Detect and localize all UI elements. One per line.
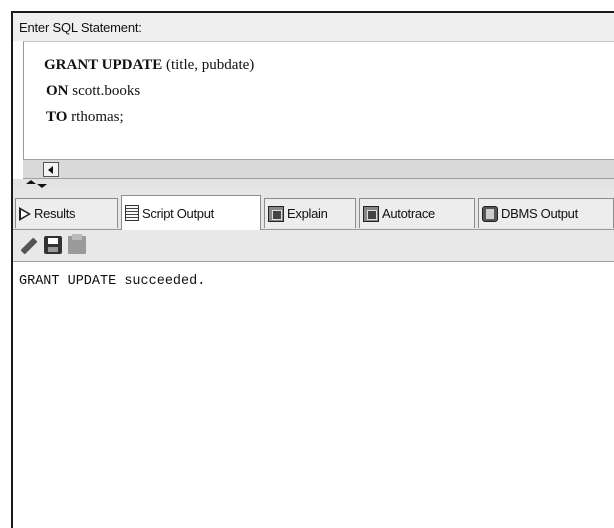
- print-icon[interactable]: [68, 234, 86, 254]
- sql-text: scott.books: [68, 83, 141, 99]
- sql-text: (title, pubdate): [162, 57, 255, 73]
- tab-results[interactable]: Results: [15, 198, 118, 228]
- tab-autotrace[interactable]: Autotrace: [359, 198, 475, 228]
- pane-splitter[interactable]: [13, 179, 614, 189]
- tab-dbms-output[interactable]: DBMS Output: [478, 198, 614, 228]
- script-output-area[interactable]: GRANT UPDATE succeeded.: [13, 262, 614, 528]
- sql-keyword: ON: [46, 83, 69, 99]
- sql-keyword: TO: [46, 109, 68, 125]
- tab-label: Results: [34, 206, 76, 221]
- tab-label: Explain: [287, 206, 328, 221]
- output-toolbar: [13, 230, 614, 262]
- sql-text: rthomas;: [67, 109, 124, 125]
- sql-worksheet-panel: Enter SQL Statement: GRANT UPDATE (title…: [11, 11, 614, 528]
- sql-line-3: TO rthomas;: [44, 104, 614, 130]
- scroll-left-arrow-icon[interactable]: [43, 162, 59, 177]
- sql-editor[interactable]: GRANT UPDATE (title, pubdate) ON scott.b…: [23, 41, 614, 159]
- tab-explain[interactable]: Explain: [264, 198, 356, 228]
- tab-script-output[interactable]: Script Output: [121, 195, 261, 230]
- dbms-output-icon: [482, 205, 498, 222]
- expand-down-arrow-icon[interactable]: [37, 184, 47, 188]
- sql-keyword: GRANT UPDATE: [44, 57, 163, 73]
- explain-plan-icon: [268, 205, 284, 222]
- tab-label: Autotrace: [382, 206, 435, 221]
- tab-label: Script Output: [142, 205, 214, 221]
- eraser-pencil-icon[interactable]: [19, 236, 37, 254]
- script-sheet-icon: [125, 205, 139, 221]
- play-triangle-icon: [19, 206, 31, 221]
- output-tab-bar: Results Script Output Explain Autotrace …: [13, 189, 614, 230]
- sql-line-1: GRANT UPDATE (title, pubdate): [44, 52, 614, 78]
- save-disk-icon[interactable]: [44, 236, 62, 254]
- tab-label: DBMS Output: [501, 206, 578, 221]
- collapse-up-arrow-icon[interactable]: [26, 180, 36, 184]
- sql-statement-label: Enter SQL Statement:: [13, 13, 614, 41]
- autotrace-icon: [363, 205, 379, 222]
- editor-horizontal-scrollbar[interactable]: [23, 159, 614, 179]
- output-message: GRANT UPDATE succeeded.: [19, 274, 206, 289]
- sql-line-2: ON scott.books: [44, 78, 614, 104]
